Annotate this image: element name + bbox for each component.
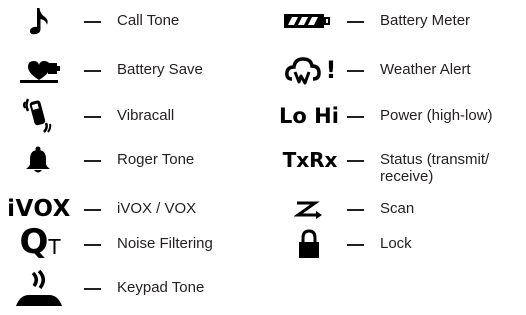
lock-icon (294, 227, 324, 261)
legend-item-lock: Lock (270, 227, 526, 261)
legend-item-battery-save: Battery Save (0, 53, 260, 87)
txrx-text-icon: TxRx (282, 148, 338, 172)
legend-item-scan: Scan (270, 192, 526, 226)
legend-label: Roger Tone (117, 151, 195, 168)
legend-label: Status (transmit/ receive) (380, 151, 490, 185)
legend-item-ivox: iVOX iVOX / VOX (0, 192, 260, 226)
legend-label: Keypad Tone (117, 279, 205, 296)
legend-item-keypad-tone: Keypad Tone (0, 268, 260, 308)
legend-label: Scan (380, 200, 415, 217)
legend-item-battery-meter: Battery Meter (270, 4, 526, 38)
legend-item-weather-alert: ! Weather Alert (270, 53, 526, 87)
legend-item-vibracall: Vibracall (0, 98, 260, 133)
weather-alert-icon: ! (280, 53, 340, 87)
legend-label: Weather Alert (380, 61, 471, 78)
legend-label: Power (high-low) (380, 107, 493, 124)
legend-label: Call Tone (117, 12, 180, 29)
bell-icon (22, 143, 54, 177)
legend-label: Noise Filtering (117, 235, 213, 252)
keypad-tone-icon (14, 268, 64, 308)
legend-label: Lock (380, 235, 412, 252)
legend-item-power: Lo Hi Power (high-low) (270, 99, 526, 133)
music-note-icon (22, 4, 54, 38)
legend-item-call-tone: Call Tone (0, 4, 260, 38)
noise-filter-icon: QT (19, 222, 61, 262)
legend-label: Battery Meter (380, 12, 471, 29)
legend-label: Battery Save (117, 61, 203, 78)
legend-label: Vibracall (117, 107, 175, 124)
legend-item-noise-filtering: QT Noise Filtering (0, 225, 260, 261)
heart-battery-icon (16, 53, 62, 87)
legend-item-status: TxRx Status (transmit/ receive) (270, 143, 526, 185)
battery-icon (282, 4, 334, 38)
lo-hi-text-icon: Lo Hi (279, 104, 339, 128)
scan-icon (292, 192, 326, 226)
legend-label: iVOX / VOX (117, 200, 197, 217)
ivox-text-icon: iVOX (7, 196, 71, 222)
legend-item-roger-tone: Roger Tone (0, 143, 260, 177)
vibrating-phone-icon (20, 95, 56, 135)
